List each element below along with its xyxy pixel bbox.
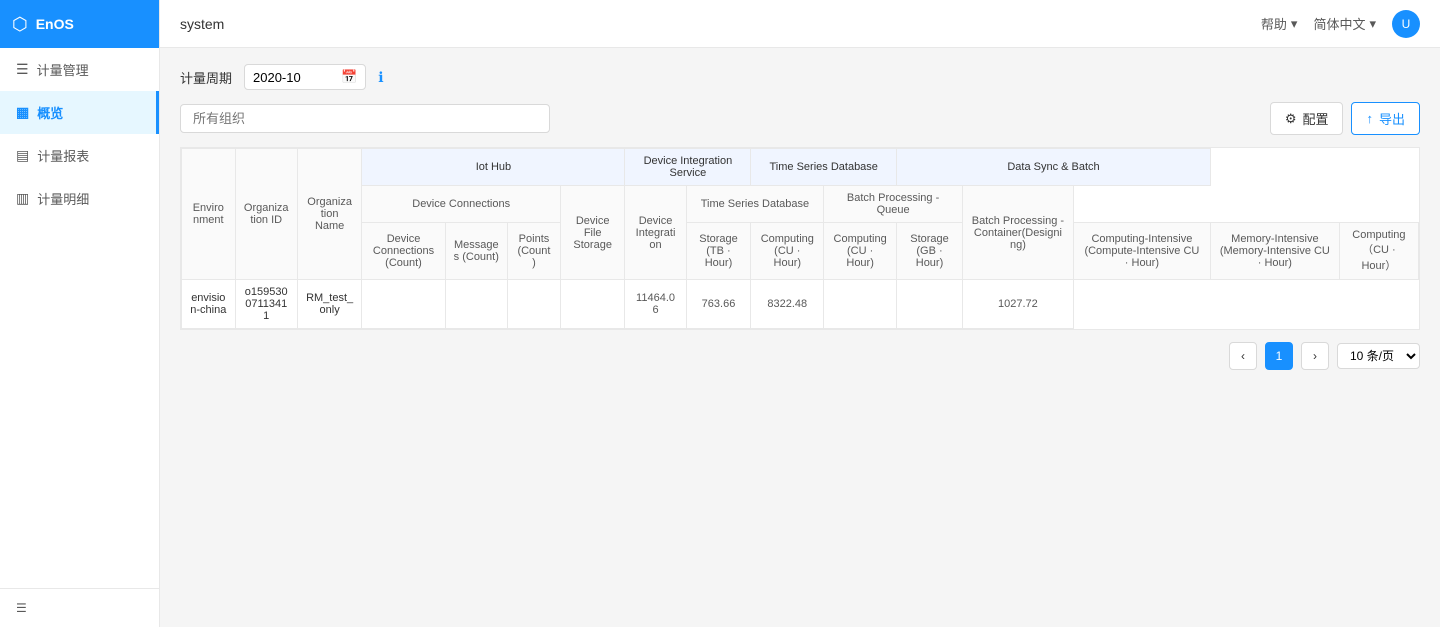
cell-device-connections-count bbox=[362, 280, 445, 329]
col-messages-count: Messages (Count) bbox=[445, 223, 507, 280]
col-device-connections-count: Device Connections (Count) bbox=[362, 223, 445, 280]
pagination: ‹ 1 › 10 条/页 20 条/页 50 条/页 bbox=[180, 342, 1420, 370]
cell-messages-count bbox=[445, 280, 507, 329]
col-group-iot-hub: Iot Hub bbox=[362, 149, 625, 186]
filter-row: ⚙ 配置 ↑ 导出 bbox=[180, 102, 1420, 135]
sidebar-collapse[interactable]: ☰ bbox=[0, 588, 159, 627]
config-icon: ⚙ bbox=[1285, 111, 1297, 127]
next-page-button[interactable]: › bbox=[1301, 342, 1329, 370]
header: system 帮助 ▾ 简体中文 ▾ U bbox=[160, 0, 1440, 48]
table-row: envision-china o15953007113411 RM_test_o… bbox=[182, 280, 1419, 329]
user-avatar[interactable]: U bbox=[1392, 10, 1420, 38]
config-button[interactable]: ⚙ 配置 bbox=[1270, 102, 1344, 135]
billing-mgmt-icon: ☰ bbox=[16, 61, 29, 78]
cell-org-name: RM_test_only bbox=[297, 280, 362, 329]
col-org-id: Organization ID bbox=[235, 149, 297, 280]
lang-menu[interactable]: 简体中文 ▾ bbox=[1313, 14, 1376, 33]
collapse-icon: ☰ bbox=[16, 601, 27, 615]
help-menu[interactable]: 帮助 ▾ bbox=[1261, 14, 1298, 33]
sidebar-item-billing-report[interactable]: ▤ 计量报表 bbox=[0, 134, 159, 177]
sidebar-item-label-billing-mgmt: 计量管理 bbox=[37, 60, 89, 79]
col-memory-intensive: Memory-Intensive (Memory-Intensive CU · … bbox=[1210, 223, 1339, 280]
lang-chevron-icon: ▾ bbox=[1369, 16, 1376, 32]
sidebar-item-label-billing-detail: 计量明细 bbox=[37, 189, 89, 208]
sidebar-item-label-overview: 概览 bbox=[37, 103, 63, 122]
lang-label: 简体中文 bbox=[1313, 14, 1365, 33]
col-batch-queue: Batch Processing - Queue bbox=[824, 186, 963, 223]
col-org-name: Organization Name bbox=[297, 149, 362, 280]
page-content: 计量周期 📅 ℹ ⚙ 配置 ↑ 导出 bbox=[160, 48, 1440, 627]
cell-org-id: o15953007113411 bbox=[235, 280, 297, 329]
col-device-integration: Device Integration bbox=[625, 186, 686, 280]
sidebar-item-billing-detail[interactable]: ▥ 计量明细 bbox=[0, 177, 159, 220]
prev-page-button[interactable]: ‹ bbox=[1229, 342, 1257, 370]
header-right: 帮助 ▾ 简体中文 ▾ U bbox=[1261, 10, 1420, 38]
billing-detail-icon: ▥ bbox=[16, 190, 29, 207]
sidebar: ⬡ EnOS ☰ 计量管理 ▦ 概览 ▤ 计量报表 ▥ 计量明细 ☰ bbox=[0, 0, 160, 627]
sidebar-nav: ☰ 计量管理 ▦ 概览 ▤ 计量报表 ▥ 计量明细 bbox=[0, 48, 159, 588]
col-storage-gb-hour: Storage (GB · Hour) bbox=[897, 223, 963, 280]
col-tsdb: Time Series Database bbox=[686, 186, 824, 223]
calendar-icon: 📅 bbox=[341, 69, 357, 85]
date-input[interactable] bbox=[253, 70, 333, 85]
col-computing-device-cu-hour: Computing (CU · Hour) bbox=[751, 223, 824, 280]
data-table: Environment Organization ID Organization… bbox=[181, 148, 1419, 329]
col-group-data-sync: Data Sync & Batch bbox=[897, 149, 1211, 186]
col-env: Environment bbox=[182, 149, 236, 280]
action-buttons: ⚙ 配置 ↑ 导出 bbox=[1270, 102, 1420, 135]
cell-computing-device-cu-hour: 11464.06 bbox=[625, 280, 686, 329]
period-label: 计量周期 bbox=[180, 68, 232, 87]
overview-icon: ▦ bbox=[16, 104, 29, 121]
col-batch-container: Batch Processing - Container(Designing) bbox=[962, 186, 1073, 280]
cell-storage-gb-hour: 8322.48 bbox=[751, 280, 824, 329]
cell-memory-intensive bbox=[897, 280, 963, 329]
col-device-file-storage: Device File Storage bbox=[560, 186, 624, 280]
toolbar: 计量周期 📅 ℹ bbox=[180, 64, 1420, 90]
config-label: 配置 bbox=[1302, 109, 1328, 128]
sidebar-item-label-billing-report: 计量报表 bbox=[37, 146, 89, 165]
page-1-button[interactable]: 1 bbox=[1265, 342, 1293, 370]
cell-points-count bbox=[507, 280, 560, 329]
cell-storage-tb-hour bbox=[560, 280, 624, 329]
col-computing-batch-cu-hour: Computing（CU · Hour） bbox=[1339, 223, 1418, 280]
logo-text: EnOS bbox=[36, 16, 74, 32]
cell-computing-batch-cu-hour: 1027.72 bbox=[962, 280, 1073, 329]
help-chevron-icon: ▾ bbox=[1291, 16, 1298, 32]
billing-report-icon: ▤ bbox=[16, 147, 29, 164]
date-picker[interactable]: 📅 bbox=[244, 64, 366, 90]
main-content: system 帮助 ▾ 简体中文 ▾ U 计量周期 📅 ℹ bbox=[160, 0, 1440, 627]
col-group-device-integration: Device Integration Service bbox=[625, 149, 751, 186]
help-label: 帮助 bbox=[1261, 14, 1287, 33]
sidebar-item-overview[interactable]: ▦ 概览 bbox=[0, 91, 159, 134]
col-storage-tb-hour: Storage (TB · Hour) bbox=[686, 223, 751, 280]
data-table-wrap: Environment Organization ID Organization… bbox=[180, 147, 1420, 330]
sidebar-logo: ⬡ EnOS bbox=[0, 0, 159, 48]
col-points-count: Points (Count) bbox=[507, 223, 560, 280]
logo-icon: ⬡ bbox=[12, 14, 28, 35]
export-icon: ↑ bbox=[1366, 111, 1373, 126]
cell-computing-intensive bbox=[824, 280, 897, 329]
cell-env: envision-china bbox=[182, 280, 236, 329]
export-label: 导出 bbox=[1379, 109, 1405, 128]
info-icon[interactable]: ℹ bbox=[378, 69, 383, 86]
header-title: system bbox=[180, 16, 224, 32]
sidebar-item-billing-mgmt[interactable]: ☰ 计量管理 bbox=[0, 48, 159, 91]
col-computing-intensive: Computing-Intensive (Compute-Intensive C… bbox=[1073, 223, 1210, 280]
col-computing-ts-cu-hour: Computing (CU · Hour) bbox=[824, 223, 897, 280]
org-filter-input[interactable] bbox=[180, 104, 550, 133]
col-device-connections: Device Connections bbox=[362, 186, 561, 223]
col-group-tsdb: Time Series Database bbox=[751, 149, 897, 186]
page-size-select[interactable]: 10 条/页 20 条/页 50 条/页 bbox=[1337, 343, 1420, 369]
cell-computing-ts-cu-hour: 763.66 bbox=[686, 280, 751, 329]
export-button[interactable]: ↑ 导出 bbox=[1351, 102, 1420, 135]
